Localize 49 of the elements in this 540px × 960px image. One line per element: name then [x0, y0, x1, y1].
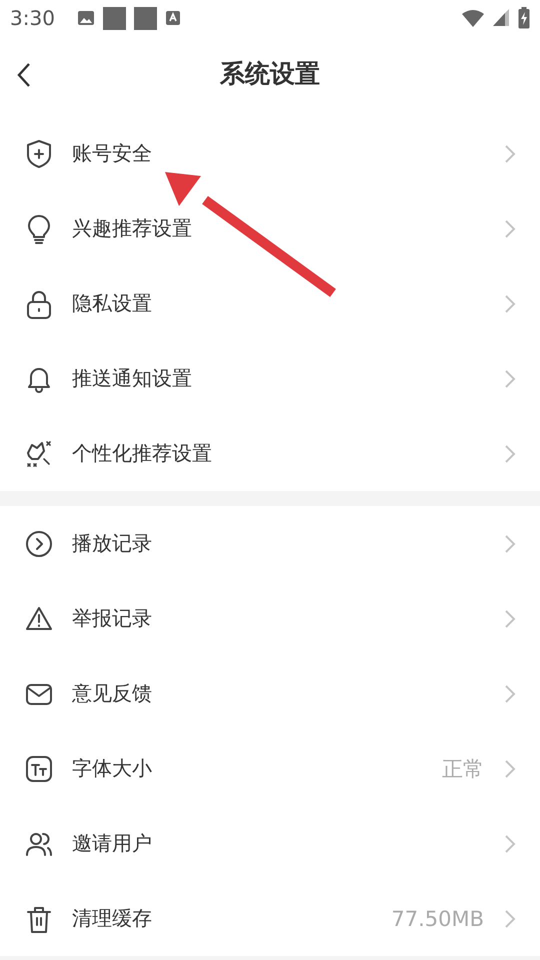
- back-icon[interactable]: [16, 62, 32, 88]
- row-label: 清理缓存: [72, 905, 153, 932]
- row-label: 举报记录: [72, 605, 153, 632]
- signal-icon: [492, 9, 510, 27]
- chevron-icon: [504, 144, 516, 164]
- row-label: 字体大小: [72, 755, 153, 782]
- battery-icon: [518, 7, 530, 29]
- settings-row[interactable]: 账号安全: [0, 116, 540, 191]
- settings-row[interactable]: 清理缓存 77.50MB: [0, 881, 540, 956]
- row-label: 意见反馈: [72, 680, 153, 707]
- row-label: 兴趣推荐设置: [72, 215, 193, 242]
- settings-row[interactable]: 字体大小 正常: [0, 731, 540, 806]
- chevron-icon: [504, 444, 516, 464]
- settings-row[interactable]: 播放记录: [0, 506, 540, 581]
- chevron-icon: [504, 834, 516, 854]
- image-icon: [76, 9, 95, 27]
- row-label: 播放记录: [72, 530, 153, 557]
- row-value: 77.50MB: [391, 906, 484, 930]
- settings-row[interactable]: 推送通知设置: [0, 341, 540, 416]
- chevron-icon: [504, 908, 516, 928]
- settings-row[interactable]: 个性化推荐设置: [0, 416, 540, 491]
- circle-chevron-icon: [24, 528, 54, 558]
- settings-row[interactable]: 举报记录: [0, 581, 540, 656]
- status-time: 3:30: [10, 6, 55, 30]
- chevron-icon: [504, 218, 516, 238]
- chevron-icon: [504, 534, 516, 554]
- chevron-icon: [504, 608, 516, 628]
- chevron-icon: [504, 758, 516, 778]
- row-label: 推送通知设置: [72, 365, 193, 392]
- row-label: 邀请用户: [72, 830, 153, 857]
- settings-row[interactable]: 隐私设置: [0, 266, 540, 341]
- chevron-icon: [504, 368, 516, 388]
- page-title: 系统设置: [220, 58, 320, 90]
- row-value: 正常: [442, 756, 484, 782]
- settings-row[interactable]: 邀请用户: [0, 806, 540, 881]
- wifi-icon: [462, 9, 484, 27]
- keyboard-icon: [164, 10, 181, 26]
- row-label: 账号安全: [72, 140, 153, 167]
- settings-row[interactable]: 兴趣推荐设置: [0, 191, 540, 266]
- notification-icon: [134, 6, 157, 30]
- row-label: 隐私设置: [72, 290, 153, 317]
- row-label: 个性化推荐设置: [72, 440, 213, 467]
- settings-row[interactable]: 意见反馈: [0, 656, 540, 731]
- chevron-icon: [504, 684, 516, 704]
- shield-plus-icon: [24, 138, 54, 168]
- text-size-icon: [24, 754, 54, 784]
- notification-icon: [102, 6, 126, 30]
- chevron-icon: [504, 294, 516, 314]
- padlock-icon: [24, 288, 54, 318]
